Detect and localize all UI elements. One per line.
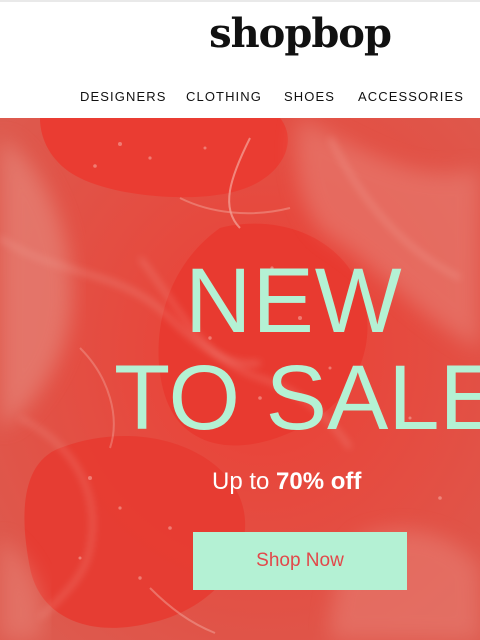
header-divider [0,0,480,2]
headline-line-new: NEW [185,250,403,352]
nav-item-designers[interactable]: DESIGNERS [80,89,166,104]
discount-prefix: Up to [212,468,277,495]
discount-amount: 70% off [276,468,362,495]
email-page: shopbop DESIGNERS CLOTHING SHOES ACCESSO… [0,0,480,640]
shop-now-button[interactable]: Shop Now [193,532,407,590]
discount-subline: Up to 70% off [212,468,361,496]
headline-line-to-sale: TO SALE [114,347,480,449]
nav-item-clothing[interactable]: CLOTHING [186,89,262,104]
hero-banner[interactable]: NEW TO SALE Up to 70% off Shop Now [0,118,480,640]
nav-item-accessories[interactable]: ACCESSORIES [358,89,464,104]
shopbop-logo[interactable]: shopbop [0,14,480,54]
main-nav: DESIGNERS CLOTHING SHOES ACCESSORIES [0,89,480,107]
site-header: shopbop DESIGNERS CLOTHING SHOES ACCESSO… [0,0,480,118]
nav-item-shoes[interactable]: SHOES [284,89,335,104]
